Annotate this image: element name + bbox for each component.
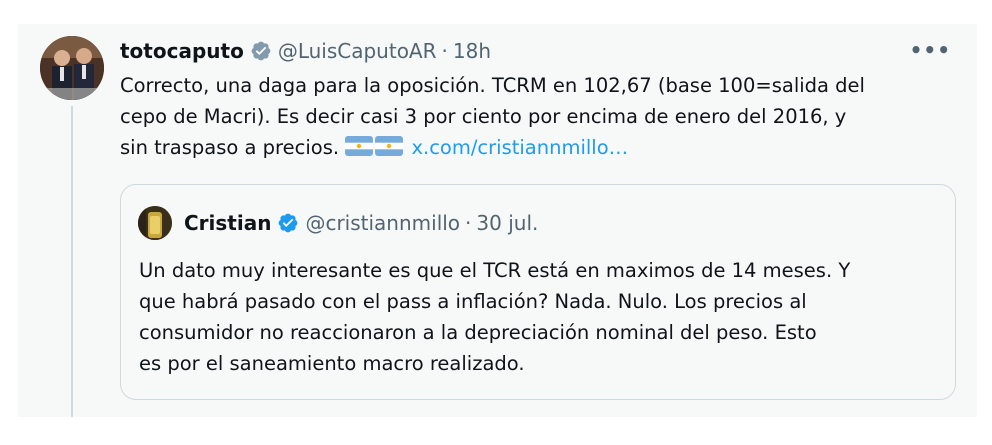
quoted-header: Cristian @cristiannmillo · 30 jul. [184,207,538,239]
quoted-text-line: Un dato muy interesante es que el TCR es… [139,259,851,282]
quoted-tweet[interactable]: Cristian @cristiannmillo · 30 jul. Un da… [120,184,956,400]
tweet-text-line: cepo de Macri). Es decir casi 3 por cien… [120,105,847,128]
thread-line [71,106,73,417]
quoted-text: Un dato muy interesante es que el TCR es… [139,255,939,379]
timestamp[interactable]: 18h [453,39,491,63]
tweet-text: Correcto, una daga para la oposición. TC… [120,70,960,165]
separator-dot: · [441,39,448,63]
argentina-flag-icon [345,134,374,165]
tweet-header: totocaputo @LuisCaputoAR · 18h [120,36,491,66]
handle[interactable]: @LuisCaputoAR [278,39,437,63]
quoted-text-line: es por el saneamiento macro realizado. [139,352,525,375]
separator-dot: · [465,211,472,235]
argentina-flag-icon [375,134,404,165]
verified-badge-icon [277,212,299,234]
quoted-text-line: consumidor no reaccionaron a la deprecia… [139,321,817,344]
quoted-handle[interactable]: @cristiannmillo [305,211,460,235]
tweet-text-line: Correcto, una daga para la oposición. TC… [120,74,865,97]
quoted-avatar-photo-icon [138,206,172,240]
tweet-link[interactable]: x.com/cristiannmillo… [411,136,628,159]
avatar-photo-icon [40,36,104,100]
tweet-text-line: sin traspaso a precios. [120,136,346,159]
avatar[interactable] [40,36,104,100]
verified-badge-icon [250,40,272,62]
quoted-avatar[interactable] [138,206,172,240]
more-options-icon[interactable]: ••• [910,38,951,62]
display-name[interactable]: totocaputo [120,39,244,63]
tweet-card[interactable]: totocaputo @LuisCaputoAR · 18h ••• Corre… [18,24,977,417]
quoted-display-name[interactable]: Cristian [184,211,271,235]
quoted-timestamp[interactable]: 30 jul. [476,211,538,235]
quoted-text-line: que habrá pasado con el pass a inflación… [139,290,807,313]
